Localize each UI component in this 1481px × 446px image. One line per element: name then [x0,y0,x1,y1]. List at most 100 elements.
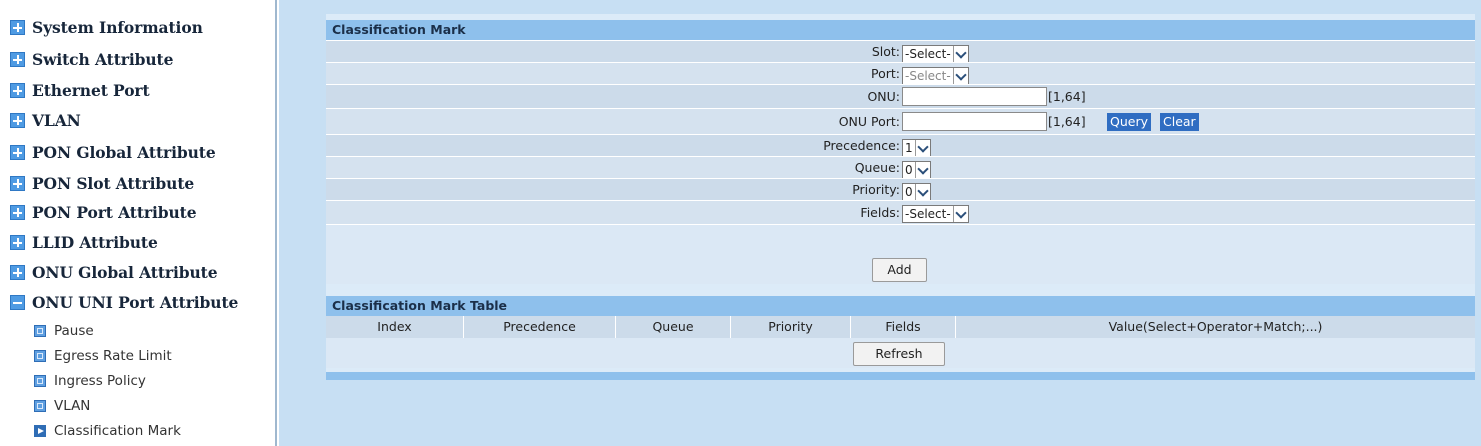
sidebar-item-label: VLAN [32,110,81,130]
expand-icon [10,19,25,35]
column-header-fields: Fields [851,316,956,338]
sidebar-item-switch-attribute[interactable]: Switch Attribute [10,48,173,70]
fields-label: Fields: [860,205,900,220]
expand-icon [10,82,25,98]
sidebar-subitem-egress-rate-limit[interactable]: Egress Rate Limit [34,346,172,366]
expand-icon [10,112,25,128]
section-title-classification-mark-table: Classification Mark Table [326,296,1475,316]
sidebar-item-onu-global-attribute[interactable]: ONU Global Attribute [10,261,218,283]
onu-label: ONU: [867,89,900,104]
sidebar-subitem-label: Pause [54,323,94,339]
expand-icon [10,51,25,67]
sidebar-item-system-information[interactable]: System Information [10,16,203,38]
sidebar-subitem-label: Classification Mark [54,423,181,439]
priority-select[interactable]: 0 [902,181,931,201]
slot-label: Slot: [871,44,900,59]
page-icon [34,375,46,387]
sidebar-subitem-ingress-policy[interactable]: Ingress Policy [34,371,146,391]
sidebar-item-pon-slot-attribute[interactable]: PON Slot Attribute [10,172,194,194]
column-header-value: Value(Select+Operator+Match;...) [1108,319,1323,334]
port-row: Port: -Select- [326,62,1475,85]
sidebar-item-label: ONU UNI Port Attribute [32,292,239,312]
queue-row: Queue: 0 [326,156,1475,179]
sidebar-item-label: PON Global Attribute [32,142,216,162]
fields-select-value: -Select- [905,207,951,221]
refresh-button[interactable]: Refresh [853,342,945,366]
expand-icon [10,204,25,220]
queue-label: Queue: [854,160,900,175]
query-button[interactable]: Query [1107,113,1151,131]
precedence-label: Precedence: [823,138,900,153]
expand-icon [10,144,25,160]
clear-button[interactable]: Clear [1160,113,1199,131]
onu-range-hint: [1,64] [1048,89,1086,104]
port-select[interactable]: -Select- [902,65,969,85]
sidebar-item-label: Ethernet Port [32,80,150,100]
sidebar-item-label: PON Port Attribute [32,202,197,222]
precedence-select-value: 1 [905,141,913,155]
precedence-row: Precedence: 1 [326,134,1475,157]
column-header-precedence: Precedence [464,316,616,338]
arrow-right-icon [34,425,46,437]
onu-input[interactable] [902,87,1047,106]
sidebar-item-pon-port-attribute[interactable]: PON Port Attribute [10,201,197,223]
port-label: Port: [871,66,900,81]
sidebar-item-label: ONU Global Attribute [32,262,218,282]
slot-select[interactable]: -Select- [902,43,969,63]
table-header: Index Precedence Queue Priority Fields V… [326,316,1475,338]
sidebar-item-label: System Information [32,17,203,37]
sidebar-subitem-vlan[interactable]: VLAN [34,396,90,416]
sidebar-subitem-label: Ingress Policy [54,373,146,389]
sidebar-item-label: LLID Attribute [32,232,158,252]
onu-port-input[interactable] [902,112,1047,131]
onu-port-label: ONU Port: [838,114,900,129]
slot-select-value: -Select- [905,47,951,61]
add-button[interactable]: Add [872,258,927,282]
slot-row: Slot: -Select- [326,40,1475,63]
chevron-down-icon [952,206,968,222]
fields-row: Fields: -Select- [326,200,1475,224]
chevron-down-icon [914,162,930,178]
sidebar-nav: System Information Switch Attribute Ethe… [0,0,277,446]
queue-select-value: 0 [905,163,913,177]
sidebar-subitem-classification-mark[interactable]: Classification Mark [34,421,181,441]
page-icon [34,400,46,412]
expand-icon [10,234,25,250]
page-icon [34,350,46,362]
content-area: Classification Mark Slot: -Select- Port:… [279,0,1481,446]
panel-bottom-bar [326,372,1475,380]
sidebar-item-llid-attribute[interactable]: LLID Attribute [10,231,158,253]
precedence-select[interactable]: 1 [902,137,931,157]
sidebar-item-vlan[interactable]: VLAN [10,109,81,131]
chevron-down-icon [952,68,968,84]
expand-icon [10,264,25,280]
expand-icon [10,175,25,191]
sidebar-subitem-label: Egress Rate Limit [54,348,172,364]
chevron-down-icon [914,184,930,200]
sidebar-item-label: PON Slot Attribute [32,173,195,193]
sidebar-item-ethernet-port[interactable]: Ethernet Port [10,79,150,101]
sidebar-item-pon-global-attribute[interactable]: PON Global Attribute [10,141,216,163]
add-row: Add [326,224,1475,284]
onu-port-row: ONU Port: [1,64] Query Clear [326,108,1475,134]
chevron-down-icon [952,46,968,62]
column-header-priority: Priority [731,316,851,338]
sidebar-item-label: Switch Attribute [32,49,174,69]
column-header-queue: Queue [616,316,731,338]
sidebar-subitem-label: VLAN [54,398,91,414]
queue-select[interactable]: 0 [902,159,931,179]
priority-select-value: 0 [905,185,913,199]
column-header-index: Index [326,316,464,338]
section-title-classification-mark: Classification Mark [326,20,1475,40]
onu-row: ONU: [1,64] [326,84,1475,108]
fields-select[interactable]: -Select- [902,203,969,223]
sidebar-subitem-pause[interactable]: Pause [34,321,94,341]
onu-port-range-hint: [1,64] [1048,114,1086,129]
classification-mark-panel: Classification Mark Slot: -Select- Port:… [326,14,1475,380]
page-icon [34,325,46,337]
sidebar-item-onu-uni-port-attribute[interactable]: ONU UNI Port Attribute [10,291,238,313]
collapse-icon [10,294,25,310]
priority-row: Priority: 0 [326,178,1475,201]
table-footer: Refresh [326,338,1475,368]
port-select-value: -Select- [905,69,951,83]
